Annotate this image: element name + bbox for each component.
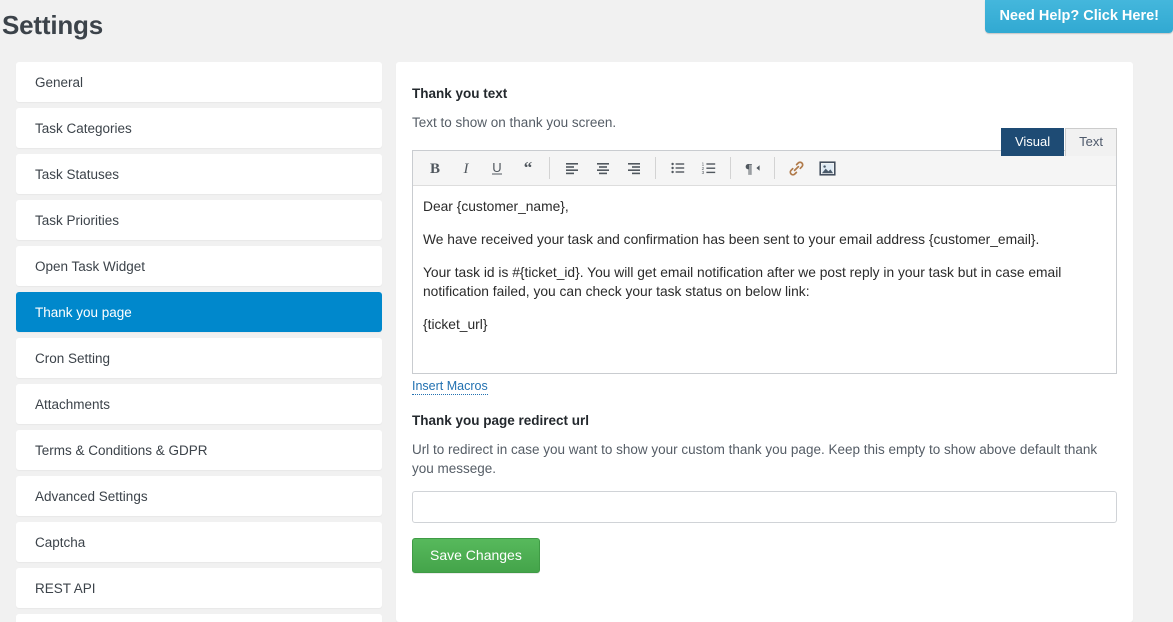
sidebar-item-attachments[interactable]: Attachments bbox=[16, 384, 382, 424]
sidebar-item-label: Open Task Widget bbox=[35, 258, 146, 274]
tab-visual[interactable]: Visual bbox=[1000, 128, 1065, 156]
sidebar-item-task-priorities[interactable]: Task Priorities bbox=[16, 200, 382, 240]
insert-image-icon[interactable] bbox=[812, 154, 843, 182]
sidebar-item-thank-you-page[interactable]: Thank you page bbox=[16, 292, 382, 332]
sidebar-item-label: Captcha bbox=[35, 534, 86, 550]
sidebar-item-terms-conditions-gdpr[interactable]: Terms & Conditions & GDPR bbox=[16, 430, 382, 470]
text-direction-icon[interactable]: ¶ bbox=[737, 154, 768, 182]
insert-link-icon[interactable] bbox=[781, 154, 812, 182]
editor-paragraph: {ticket_url} bbox=[423, 317, 488, 332]
editor-box: B I U “ 1 2 3 ¶ Dear {customer_name}, We… bbox=[412, 150, 1117, 374]
sidebar-item-label: Task Statuses bbox=[35, 166, 120, 182]
sidebar-item-rest-api[interactable]: REST API bbox=[16, 568, 382, 608]
sidebar-item-label: Terms & Conditions & GDPR bbox=[35, 442, 208, 458]
underline-icon[interactable]: U bbox=[481, 154, 512, 182]
sidebar-item-task-statuses[interactable]: Task Statuses bbox=[16, 154, 382, 194]
toolbar-separator bbox=[655, 157, 656, 179]
redirect-url-description: Url to redirect in case you want to show… bbox=[412, 442, 1098, 476]
page-title: Settings bbox=[2, 10, 103, 40]
save-changes-button[interactable]: Save Changes bbox=[412, 538, 540, 573]
settings-content-panel: Thank you text Text to show on thank you… bbox=[396, 62, 1133, 622]
align-left-icon[interactable] bbox=[556, 154, 587, 182]
svg-text:U: U bbox=[492, 160, 501, 175]
toolbar-separator bbox=[549, 157, 550, 179]
sidebar-item-label: Advanced Settings bbox=[35, 488, 148, 504]
toolbar-separator bbox=[730, 157, 731, 179]
sidebar-item-label: Task Priorities bbox=[35, 212, 120, 228]
editor-paragraph: Dear {customer_name}, bbox=[423, 199, 569, 214]
redirect-url-input[interactable] bbox=[412, 491, 1117, 523]
numbered-list-icon[interactable]: 123 bbox=[693, 154, 724, 182]
need-help-button[interactable]: Need Help? Click Here! bbox=[985, 0, 1173, 33]
svg-text:3: 3 bbox=[701, 170, 704, 175]
tab-text[interactable]: Text bbox=[1065, 128, 1117, 156]
redirect-url-section: Thank you page redirect url Url to redir… bbox=[412, 413, 1117, 573]
italic-icon[interactable]: I bbox=[450, 154, 481, 182]
sidebar-item-label: Attachments bbox=[35, 396, 111, 412]
svg-text:“: “ bbox=[523, 160, 532, 176]
settings-page: Settings Need Help? Click Here! General T… bbox=[0, 0, 1173, 622]
sidebar-item-label: General bbox=[35, 74, 84, 90]
wysiwyg-editor: Visual Text B I U “ 1 2 3 ¶ Dear {custom… bbox=[412, 128, 1117, 395]
blockquote-icon[interactable]: “ bbox=[512, 154, 543, 182]
svg-text:¶: ¶ bbox=[745, 162, 753, 176]
align-right-icon[interactable] bbox=[618, 154, 649, 182]
sidebar-item-captcha[interactable]: Captcha bbox=[16, 522, 382, 562]
redirect-url-label: Thank you page redirect url bbox=[412, 413, 590, 428]
sidebar-item-task-categories[interactable]: Task Categories bbox=[16, 108, 382, 148]
svg-text:B: B bbox=[429, 161, 439, 176]
editor-paragraph: Your task id is #{ticket_id}. You will g… bbox=[423, 265, 1062, 299]
insert-macros-link[interactable]: Insert Macros bbox=[412, 378, 488, 395]
sidebar-item-label: REST API bbox=[35, 580, 96, 596]
bulleted-list-icon[interactable] bbox=[662, 154, 693, 182]
bold-icon[interactable]: B bbox=[419, 154, 450, 182]
align-center-icon[interactable] bbox=[587, 154, 618, 182]
editor-content-area[interactable]: Dear {customer_name}, We have received yo… bbox=[413, 186, 1116, 373]
sidebar-item-label: Cron Setting bbox=[35, 350, 111, 366]
sidebar-item-label: Thank you page bbox=[35, 304, 132, 320]
settings-nav-sidebar: General Task Categories Task Statuses Task … bbox=[16, 62, 382, 622]
editor-mode-tabs: Visual Text bbox=[1000, 128, 1117, 156]
sidebar-item-open-task-widget[interactable]: Open Task Widget bbox=[16, 246, 382, 286]
sidebar-item-partial-12[interactable] bbox=[16, 614, 382, 622]
sidebar-item-cron-setting[interactable]: Cron Setting bbox=[16, 338, 382, 378]
sidebar-item-general[interactable]: General bbox=[16, 62, 382, 102]
sidebar-item-label: Task Categories bbox=[35, 120, 132, 136]
svg-text:I: I bbox=[462, 161, 469, 176]
editor-paragraph: We have received your task and confirmat… bbox=[423, 232, 1040, 247]
editor-toolbar: B I U “ 1 2 3 ¶ bbox=[413, 151, 1116, 186]
sidebar-item-advanced-settings[interactable]: Advanced Settings bbox=[16, 476, 382, 516]
toolbar-separator bbox=[774, 157, 775, 179]
thank-you-text-label: Thank you text bbox=[412, 86, 508, 101]
